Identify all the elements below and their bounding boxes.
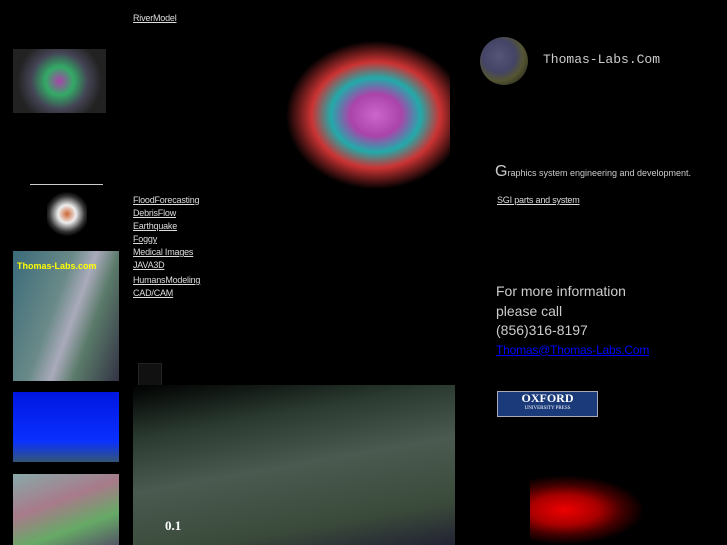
tagline-initial: G: [495, 163, 508, 180]
terrain-visualization: [133, 385, 455, 545]
robot-thumbnail[interactable]: [47, 192, 87, 236]
email-link[interactable]: Thomas@Thomas-Labs.Com: [496, 341, 649, 361]
rivermodel-link[interactable]: RiverModel: [133, 13, 177, 23]
java3d-link[interactable]: JAVA3D: [133, 259, 200, 272]
medical-images-link[interactable]: Medical Images: [133, 246, 200, 259]
divider: [30, 184, 103, 185]
contact-info: For more information please call (856)31…: [496, 282, 649, 360]
foggy-link[interactable]: Foggy: [133, 233, 200, 246]
red-rose-image: [530, 475, 645, 545]
earthquake-link[interactable]: Earthquake: [133, 220, 200, 233]
phone-number: (856)316-8197: [496, 322, 588, 338]
scale-label: 0.1: [165, 518, 182, 533]
creature-thumbnail[interactable]: [13, 49, 106, 113]
contact-line: please call: [496, 302, 563, 319]
cadcam-link[interactable]: CAD/CAM: [133, 287, 200, 300]
humansmodeling-link[interactable]: HumansModeling: [133, 274, 200, 287]
river-model-visualization: [285, 40, 450, 190]
site-logo-text: Thomas-Labs.Com: [543, 52, 661, 67]
oxford-name: OXFORD: [521, 391, 574, 405]
satellite-map-thumbnail[interactable]: Thomas-Labs.com: [13, 251, 119, 381]
thumbnail-label: Thomas-Labs.com: [17, 261, 97, 271]
sgi-parts-link[interactable]: SGI parts and system: [497, 195, 580, 205]
airplane-thumbnail[interactable]: [13, 392, 119, 462]
oxford-press-logo[interactable]: OXFORD UNIVERSITY PRESS: [497, 391, 598, 417]
oxford-sub: UNIVERSITY PRESS: [524, 406, 571, 411]
globe-icon: [480, 37, 528, 85]
floodforecasting-link[interactable]: FloodForecasting: [133, 194, 200, 207]
debrisflow-link[interactable]: DebrisFlow: [133, 207, 200, 220]
contact-line: For more information: [496, 283, 626, 299]
terrain-thumbnail[interactable]: [13, 474, 119, 545]
tagline-text: raphics system engineering and developme…: [507, 168, 692, 178]
tagline: Graphics system engineering and developm…: [495, 163, 691, 181]
